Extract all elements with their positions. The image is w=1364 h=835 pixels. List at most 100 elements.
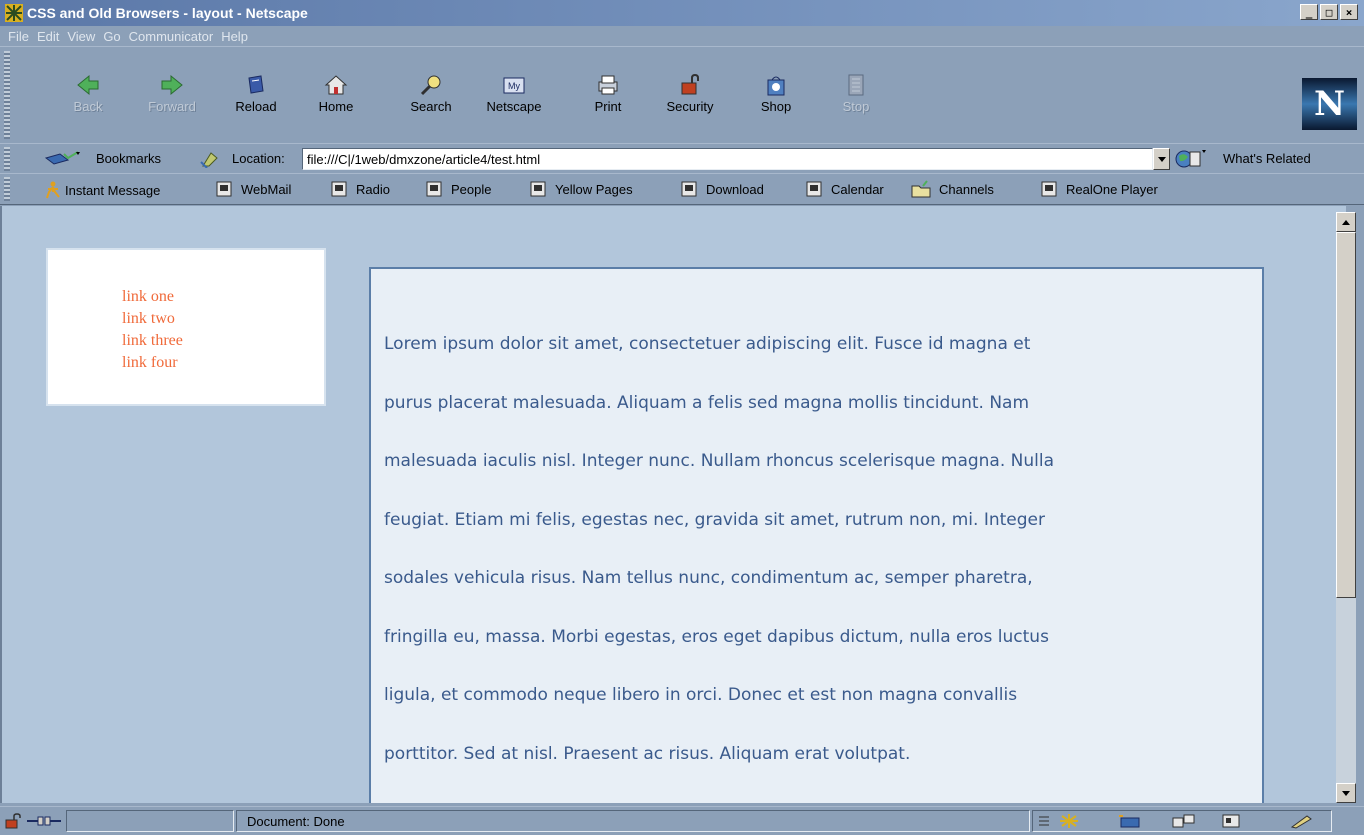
- paragraph-line: fringilla eu, massa. Morbi egestas, eros…: [384, 626, 1049, 647]
- status-text: Document: Done: [236, 810, 1030, 832]
- forward-arrow-icon: [161, 74, 183, 96]
- radio-label: Radio: [356, 181, 390, 197]
- menu-help[interactable]: Help: [221, 29, 248, 44]
- location-label: Location:: [232, 151, 285, 166]
- my-badge: My: [508, 81, 520, 91]
- realone-player-button[interactable]: RealOne Player: [1041, 181, 1158, 197]
- reload-label: Reload: [235, 99, 277, 114]
- scroll-thumb[interactable]: [1336, 232, 1356, 598]
- stop-icon: [848, 74, 864, 96]
- forward-label: Forward: [148, 99, 196, 114]
- menu-edit[interactable]: Edit: [37, 29, 59, 44]
- lorem-paragraph: Lorem ipsum dolor sit amet, consectetuer…: [384, 315, 1054, 783]
- link-three[interactable]: link three: [122, 330, 183, 352]
- paragraph-line: porttitor. Sed at nisl. Praesent ac risu…: [384, 743, 911, 764]
- bookmark-page-icon: [806, 181, 822, 197]
- link-four[interactable]: link four: [122, 352, 183, 374]
- menu-view[interactable]: View: [67, 29, 95, 44]
- forward-button[interactable]: Forward: [137, 73, 207, 114]
- menu-go[interactable]: Go: [103, 29, 120, 44]
- whats-related-label[interactable]: What's Related: [1223, 151, 1311, 166]
- webmail-button[interactable]: WebMail: [216, 181, 291, 197]
- channels-button[interactable]: Channels: [911, 180, 994, 198]
- back-arrow-icon: [77, 74, 99, 96]
- radio-button[interactable]: Radio: [331, 181, 390, 197]
- grip-icon[interactable]: [1037, 814, 1051, 828]
- bookmark-page-icon: [1041, 181, 1057, 197]
- connection-plug-icon[interactable]: [26, 814, 62, 828]
- mail-icon[interactable]: [1117, 813, 1143, 829]
- bookmark-page-icon: [530, 181, 546, 197]
- search-icon: [420, 75, 441, 96]
- stop-button[interactable]: Stop: [821, 73, 891, 114]
- yellow-pages-button[interactable]: Yellow Pages: [530, 181, 633, 197]
- location-toolbar: Bookmarks Location: file:///C|/1web/dmxz…: [0, 143, 1364, 173]
- people-label: People: [451, 181, 492, 197]
- back-label: Back: [73, 99, 103, 114]
- menu-communicator[interactable]: Communicator: [129, 29, 214, 44]
- maximize-button[interactable]: □: [1320, 4, 1338, 20]
- scroll-up-button[interactable]: [1336, 212, 1356, 232]
- reload-button[interactable]: Reload: [221, 73, 291, 114]
- menu-file[interactable]: File: [8, 29, 29, 44]
- close-button[interactable]: ×: [1340, 4, 1358, 20]
- security-label: Security: [666, 99, 714, 114]
- arrow-down-icon: [1342, 790, 1350, 796]
- editor-pen-icon[interactable]: [1289, 813, 1315, 829]
- link-two[interactable]: link two: [122, 308, 183, 330]
- netscape-logo[interactable]: N: [1302, 78, 1357, 130]
- navigator-icon[interactable]: [1059, 813, 1081, 829]
- vertical-scrollbar[interactable]: [1336, 212, 1356, 803]
- whats-related-icon[interactable]: [1174, 148, 1210, 170]
- back-button[interactable]: Back: [53, 73, 123, 114]
- home-icon: [324, 75, 348, 95]
- download-button[interactable]: Download: [681, 181, 764, 197]
- stop-label: Stop: [842, 99, 870, 114]
- shop-button[interactable]: Shop: [741, 73, 811, 114]
- link-one[interactable]: link one: [122, 286, 183, 308]
- bookmark-page-icon: [331, 181, 347, 197]
- my-netscape-button[interactable]: My Netscape: [479, 73, 549, 114]
- minimize-button[interactable]: _: [1300, 4, 1318, 20]
- calendar-button[interactable]: Calendar: [806, 181, 884, 197]
- security-button[interactable]: Security: [655, 73, 725, 114]
- composer-icon[interactable]: [1171, 813, 1197, 829]
- paragraph-line: sodales vehicula risus. Nam tellus nunc,…: [384, 568, 1033, 588]
- location-grip[interactable]: [4, 147, 10, 171]
- security-lock-icon[interactable]: [5, 813, 23, 829]
- search-button[interactable]: Search: [396, 73, 466, 114]
- navigation-toolbar: Back Forward Reload Home Search My Netsc…: [0, 46, 1364, 143]
- location-dropdown-button[interactable]: [1153, 148, 1170, 170]
- personal-grip[interactable]: [4, 177, 10, 201]
- print-icon: [598, 75, 618, 95]
- paragraph-line: Lorem ipsum dolor sit amet, consectetuer…: [384, 334, 1031, 354]
- toolbar-grip[interactable]: [4, 51, 10, 139]
- address-book-icon[interactable]: [1221, 813, 1241, 829]
- bookmark-page-icon: [681, 181, 697, 197]
- instant-message-button[interactable]: Instant Message: [44, 181, 160, 199]
- home-button[interactable]: Home: [301, 73, 371, 114]
- print-button[interactable]: Print: [573, 73, 643, 114]
- netscape-label: Netscape: [486, 99, 542, 114]
- component-bar: [1032, 810, 1332, 832]
- instant-message-icon: [46, 181, 60, 199]
- people-button[interactable]: People: [426, 181, 491, 197]
- download-label: Download: [706, 181, 764, 197]
- title-bar: CSS and Old Browsers - layout - Netscape…: [0, 0, 1364, 26]
- location-url-field[interactable]: file:///C|/1web/dmxzone/article4/test.ht…: [302, 148, 1153, 170]
- bookmarks-label[interactable]: Bookmarks: [96, 151, 161, 166]
- home-label: Home: [318, 99, 354, 114]
- page-content: link one link two link three link four L…: [0, 206, 1346, 803]
- status-bar: Document: Done: [0, 806, 1364, 835]
- progress-bar: [66, 810, 234, 832]
- location-page-icon[interactable]: [199, 150, 221, 168]
- content-box: Lorem ipsum dolor sit amet, consectetuer…: [369, 267, 1264, 803]
- webmail-label: WebMail: [241, 181, 292, 197]
- realone-player-label: RealOne Player: [1066, 181, 1158, 197]
- menu-bar: File Edit View Go Communicator Help: [0, 26, 1364, 46]
- bookmarks-icon[interactable]: [44, 150, 82, 168]
- paragraph-line: malesuada iaculis nisl. Integer nunc. Nu…: [384, 451, 1055, 471]
- scroll-down-button[interactable]: [1336, 783, 1356, 803]
- window-title: CSS and Old Browsers - layout - Netscape: [27, 5, 308, 21]
- folder-icon: [911, 180, 931, 198]
